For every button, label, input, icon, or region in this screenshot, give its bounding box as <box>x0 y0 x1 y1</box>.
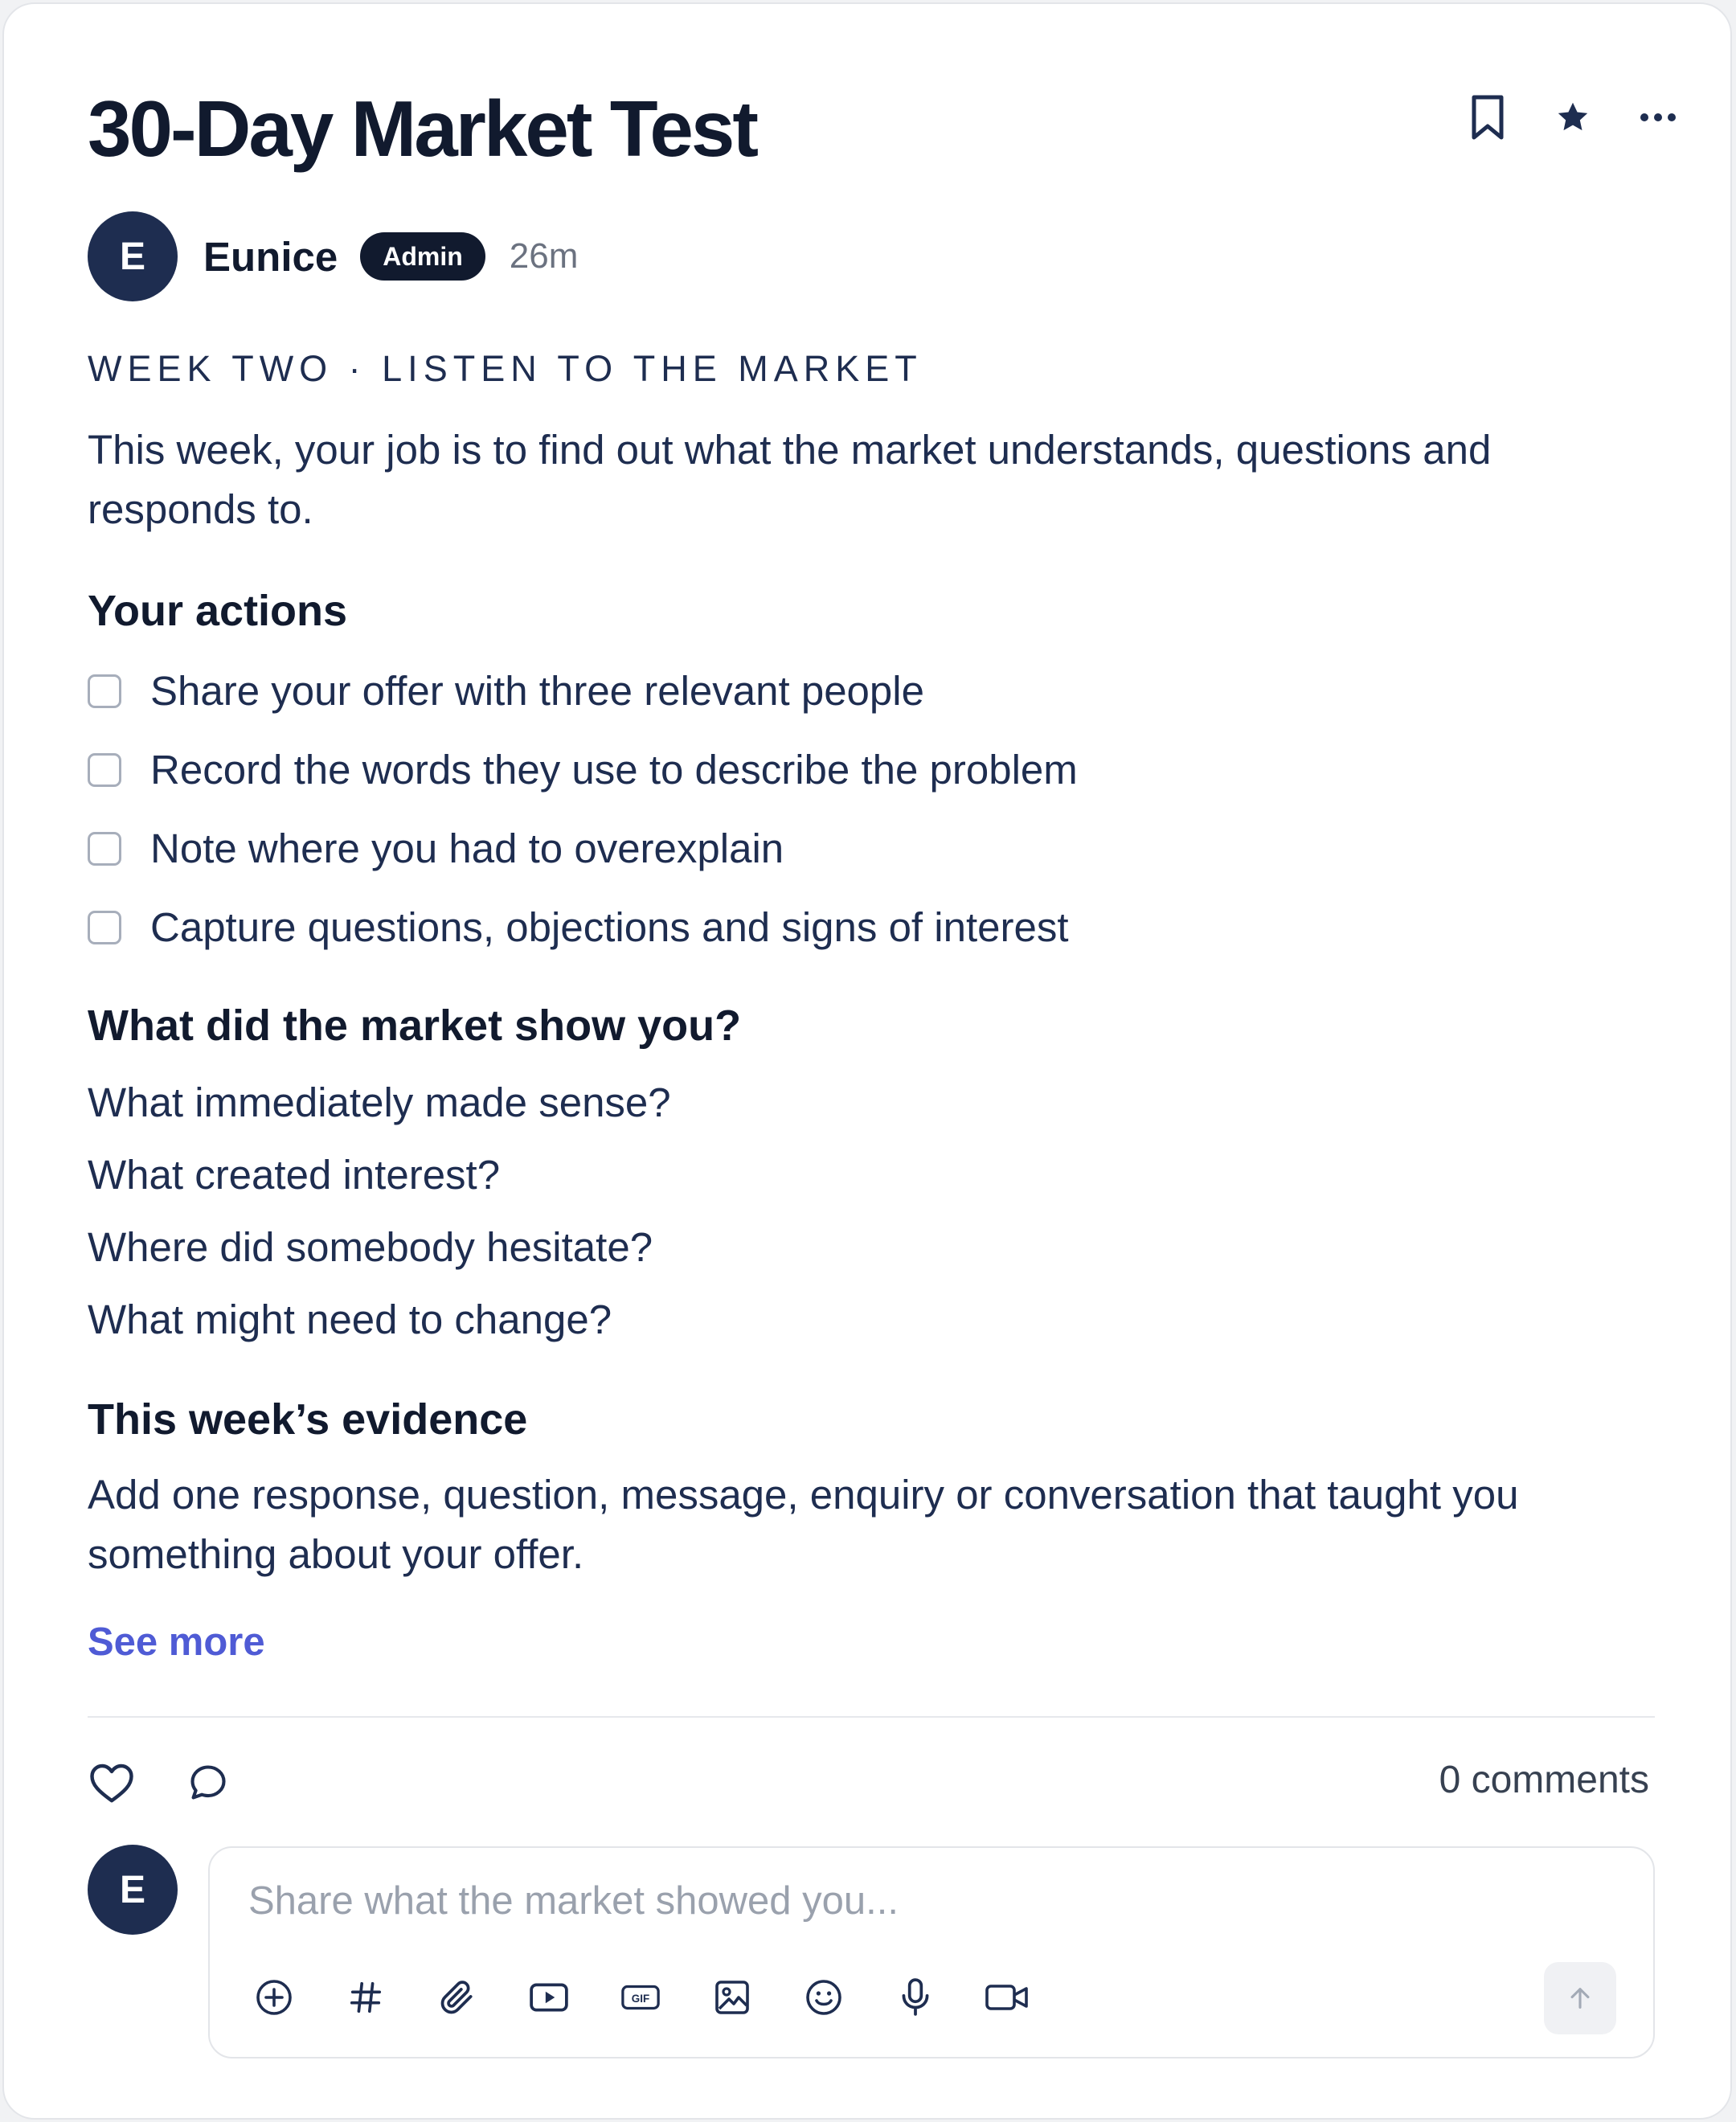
checklist-item[interactable]: Record the words they use to describe th… <box>88 746 1078 793</box>
bookmark-icon[interactable] <box>1464 88 1512 146</box>
checklist-item[interactable]: Note where you had to overexplain <box>88 825 784 872</box>
current-user-avatar: E <box>88 1845 178 1935</box>
video-embed-icon[interactable] <box>525 1973 573 2022</box>
avatar[interactable]: E <box>88 211 178 301</box>
reflect-heading: What did the market show you? <box>88 1002 742 1050</box>
composer-toolbar: GIF <box>250 1973 1031 2022</box>
actions-heading: Your actions <box>88 587 348 635</box>
reflect-question: What might need to change? <box>88 1297 612 1342</box>
reflect-question: What created interest? <box>88 1152 501 1198</box>
checklist-item-label: Note where you had to overexplain <box>150 825 784 871</box>
like-heart-icon[interactable] <box>88 1754 136 1812</box>
checkbox[interactable] <box>88 910 121 944</box>
comment-input[interactable] <box>248 1878 1574 1923</box>
post-title: 30-Day Market Test <box>88 84 759 173</box>
post-intro: This week, your job is to find out what … <box>88 427 1492 532</box>
gif-icon[interactable]: GIF <box>616 1973 665 2022</box>
microphone-icon[interactable] <box>891 1973 940 2022</box>
hashtag-icon[interactable] <box>342 1973 390 2022</box>
attach-icon[interactable] <box>433 1973 481 2022</box>
checklist-item-label: Share your offer with three relevant peo… <box>150 668 924 714</box>
add-icon[interactable] <box>250 1973 298 2022</box>
checklist-item-label: Record the words they use to describe th… <box>150 747 1078 793</box>
video-camera-icon[interactable] <box>983 1973 1031 2022</box>
svg-text:GIF: GIF <box>632 1993 649 2005</box>
arrow-up-icon <box>1570 1988 1590 2009</box>
send-button[interactable] <box>1544 1962 1616 2034</box>
checklist-item[interactable]: Share your offer with three relevant peo… <box>88 667 924 715</box>
comment-composer: GIF <box>208 1846 1655 2059</box>
evidence-text: Add one response, question, message, enq… <box>88 1472 1519 1577</box>
reflect-question: Where did somebody hesitate? <box>88 1224 653 1270</box>
checkbox[interactable] <box>88 752 121 787</box>
checklist-item[interactable]: Capture questions, objections and signs … <box>88 903 1069 951</box>
post-eyebrow: WEEK TWO · LISTEN TO THE MARKET <box>88 348 923 389</box>
checklist-item-label: Capture questions, objections and signs … <box>150 904 1069 950</box>
checkbox[interactable] <box>88 674 121 708</box>
reactions-bar <box>88 1754 232 1812</box>
checkbox[interactable] <box>88 831 121 866</box>
divider <box>88 1716 1655 1718</box>
post-card: 30-Day Market Test E Eunice Admin 26m WE… <box>2 2 1732 2120</box>
more-icon[interactable] <box>1634 88 1682 146</box>
post-author: E Eunice Admin 26m <box>88 211 578 301</box>
post-actions-toolbar <box>1464 88 1682 146</box>
comment-bubble-icon[interactable] <box>184 1754 232 1812</box>
see-more-link[interactable]: See more <box>88 1620 265 1665</box>
comments-count[interactable]: 0 comments <box>1439 1758 1649 1802</box>
post-timestamp: 26m <box>509 236 579 276</box>
role-badge: Admin <box>360 232 485 281</box>
emoji-icon[interactable] <box>800 1973 848 2022</box>
author-name[interactable]: Eunice <box>203 233 338 281</box>
image-icon[interactable] <box>708 1973 756 2022</box>
evidence-heading: This week’s evidence <box>88 1395 528 1444</box>
reflect-question: What immediately made sense? <box>88 1079 671 1125</box>
star-icon[interactable] <box>1549 88 1597 146</box>
